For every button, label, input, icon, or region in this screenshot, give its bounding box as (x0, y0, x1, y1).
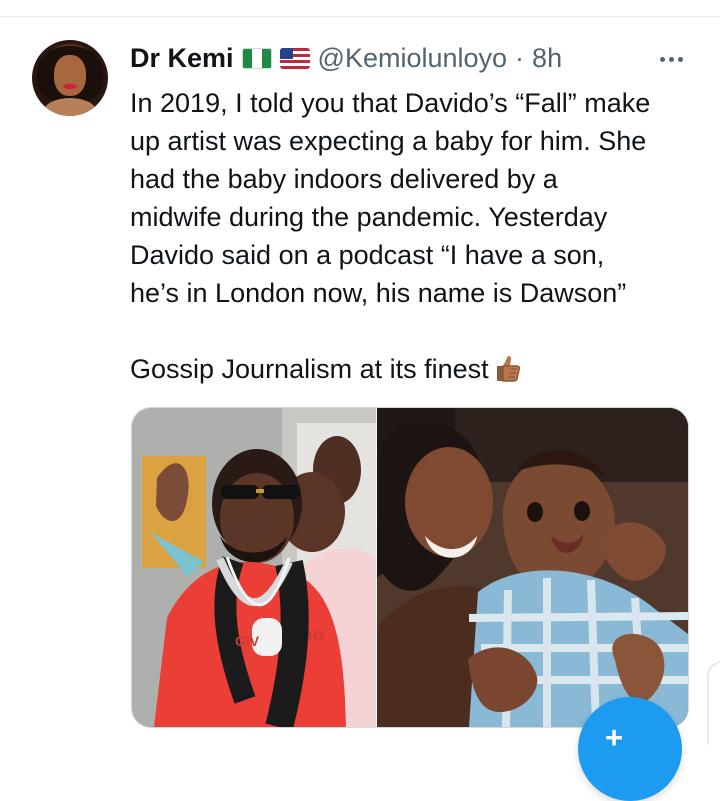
tweet-header: Dr Kemi @Kemiolunloyo · 8h (130, 41, 562, 75)
right-photo[interactable] (377, 408, 688, 727)
svg-text:HY: HY (308, 628, 326, 643)
left-photo-illustration: GIV HY (132, 408, 376, 727)
more-dot-icon (677, 56, 683, 62)
tweet-line: midwife during the pandemic. Yesterday (130, 202, 608, 232)
us-flag-icon (279, 47, 310, 69)
author-name[interactable]: Dr Kemi (130, 43, 234, 74)
top-divider (0, 0, 720, 17)
avatar-lips (63, 84, 77, 89)
thumbs-up-icon (489, 351, 523, 385)
svg-text:GIV: GIV (235, 633, 260, 649)
compose-plus-icon: + (605, 720, 624, 755)
tweet-line: had the baby indoors delivered by a (130, 164, 558, 194)
tweet-line-text: Gossip Journalism at its finest (130, 354, 489, 384)
nigeria-flag-icon (241, 47, 272, 69)
tweet-media[interactable]: GIV HY (131, 407, 689, 728)
author-handle[interactable]: @Kemiolunloyo (318, 43, 508, 74)
right-edge-card (707, 661, 720, 745)
tweet-line: Gossip Journalism at its finest (130, 350, 700, 388)
avatar-face (54, 55, 86, 96)
tweet-line: In 2019, I told you that Davido’s “Fall”… (130, 88, 651, 118)
right-photo-illustration (377, 408, 688, 727)
more-options-icon[interactable] (654, 45, 688, 73)
compose-button[interactable] (578, 697, 682, 801)
tweet-line: he’s in London now, his name is Dawson” (130, 278, 627, 308)
more-dot-icon (668, 56, 674, 62)
time-separator: · (515, 42, 525, 73)
timestamp[interactable]: 8h (532, 43, 562, 74)
left-photo[interactable]: GIV HY (132, 408, 376, 727)
tweet-line: Davido said on a podcast “I have a son, (130, 240, 605, 270)
more-dot-icon (659, 56, 665, 62)
tweet-text: In 2019, I told you that Davido’s “Fall”… (130, 84, 700, 388)
tweet-line: up artist was expecting a baby for him. … (130, 126, 647, 156)
avatar[interactable] (32, 40, 108, 116)
